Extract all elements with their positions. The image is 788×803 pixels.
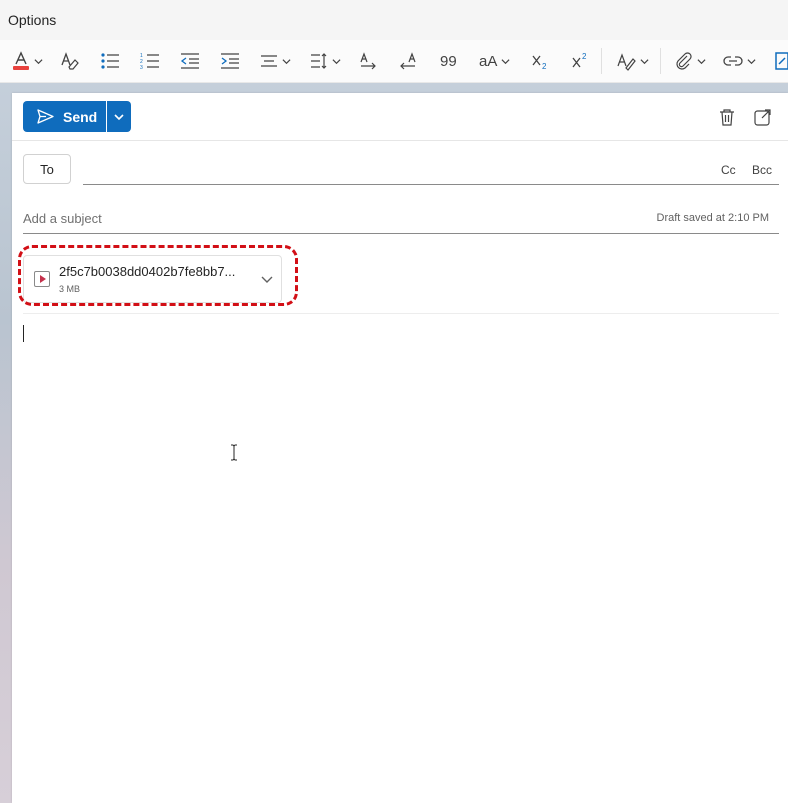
- quote-icon: 99: [440, 52, 457, 70]
- svg-text:2: 2: [582, 52, 587, 61]
- editor-icon: [775, 52, 788, 70]
- ribbon-tab-bar: Options: [0, 0, 788, 40]
- chevron-down-icon[interactable]: [260, 272, 274, 286]
- attach-button[interactable]: [675, 48, 706, 74]
- chevron-down-icon: [332, 58, 341, 64]
- font-color-icon: [13, 51, 29, 70]
- bullets-button[interactable]: [100, 48, 120, 74]
- toolbar-divider: [660, 48, 661, 74]
- attachment-size: 3 MB: [59, 284, 81, 294]
- change-case-button[interactable]: aA: [479, 48, 510, 74]
- subscript-icon: 2: [532, 55, 547, 70]
- message-body[interactable]: [23, 321, 779, 791]
- styles-button[interactable]: [616, 48, 649, 74]
- trash-icon[interactable]: [718, 108, 736, 126]
- svg-text:3: 3: [140, 65, 143, 70]
- decrease-indent-button[interactable]: [180, 48, 200, 74]
- to-input[interactable]: [83, 184, 779, 185]
- link-button[interactable]: [723, 48, 756, 74]
- superscript-button[interactable]: 2: [571, 48, 589, 74]
- text-direction-ltr-icon: [360, 52, 376, 70]
- compose-pane: Send To Cc Bcc Add a subject Draft saved…: [12, 93, 788, 803]
- attach-icon: [676, 52, 692, 70]
- chevron-down-icon: [114, 113, 124, 120]
- numbering-icon: 123: [140, 53, 159, 70]
- send-button[interactable]: Send: [23, 101, 106, 132]
- to-button[interactable]: To: [23, 154, 71, 184]
- toolbar-divider: [601, 48, 602, 74]
- ltr-button[interactable]: [359, 48, 377, 74]
- subscript-button[interactable]: 2: [531, 48, 549, 74]
- link-icon: [723, 56, 743, 66]
- svg-text:2: 2: [542, 62, 547, 70]
- line-spacing-button[interactable]: [310, 48, 341, 74]
- chevron-down-icon: [697, 58, 706, 64]
- text-direction-rtl-icon: [400, 52, 416, 70]
- font-color-button[interactable]: [12, 48, 43, 74]
- video-file-icon: [34, 271, 50, 287]
- bullets-icon: [101, 53, 119, 69]
- rtl-button[interactable]: [399, 48, 417, 74]
- increase-indent-icon: [221, 53, 239, 69]
- line-spacing-icon: [311, 53, 327, 69]
- superscript-icon: 2: [572, 52, 587, 68]
- ibeam-cursor-icon: [231, 444, 237, 461]
- quote-button[interactable]: 99: [440, 48, 457, 74]
- styles-icon: [617, 53, 636, 71]
- editor-button[interactable]: [774, 48, 788, 74]
- clear-formatting-icon: [61, 52, 79, 70]
- bcc-button[interactable]: Bcc: [752, 163, 772, 177]
- cc-button[interactable]: Cc: [721, 163, 736, 177]
- tab-options[interactable]: Options: [8, 12, 56, 28]
- align-button[interactable]: [260, 48, 291, 74]
- send-options-button[interactable]: [107, 101, 131, 132]
- chevron-down-icon: [747, 58, 756, 64]
- formatting-toolbar: 123 99 aA 2 2: [0, 40, 788, 83]
- align-icon: [261, 55, 277, 67]
- change-case-icon: aA: [479, 52, 498, 70]
- chevron-down-icon: [34, 58, 43, 64]
- numbering-button[interactable]: 123: [140, 48, 160, 74]
- decrease-indent-icon: [180, 53, 199, 69]
- send-label: Send: [63, 108, 98, 125]
- subject-underline: [23, 233, 779, 234]
- draft-status: Draft saved at 2:10 PM: [656, 212, 770, 224]
- chevron-down-icon: [501, 58, 510, 64]
- header-divider: [12, 140, 788, 141]
- attachment-name: 2f5c7b0038dd0402b7fe8bb7...: [59, 264, 236, 279]
- increase-indent-button[interactable]: [220, 48, 240, 74]
- chevron-down-icon: [640, 58, 649, 64]
- subject-input[interactable]: Add a subject: [23, 211, 102, 226]
- pop-out-icon[interactable]: [754, 108, 772, 126]
- attachment-card[interactable]: 2f5c7b0038dd0402b7fe8bb7... 3 MB: [23, 255, 282, 303]
- attachment-divider: [23, 313, 779, 314]
- chevron-down-icon: [282, 58, 291, 64]
- send-icon: [37, 109, 54, 124]
- clear-formatting-button[interactable]: [60, 48, 80, 74]
